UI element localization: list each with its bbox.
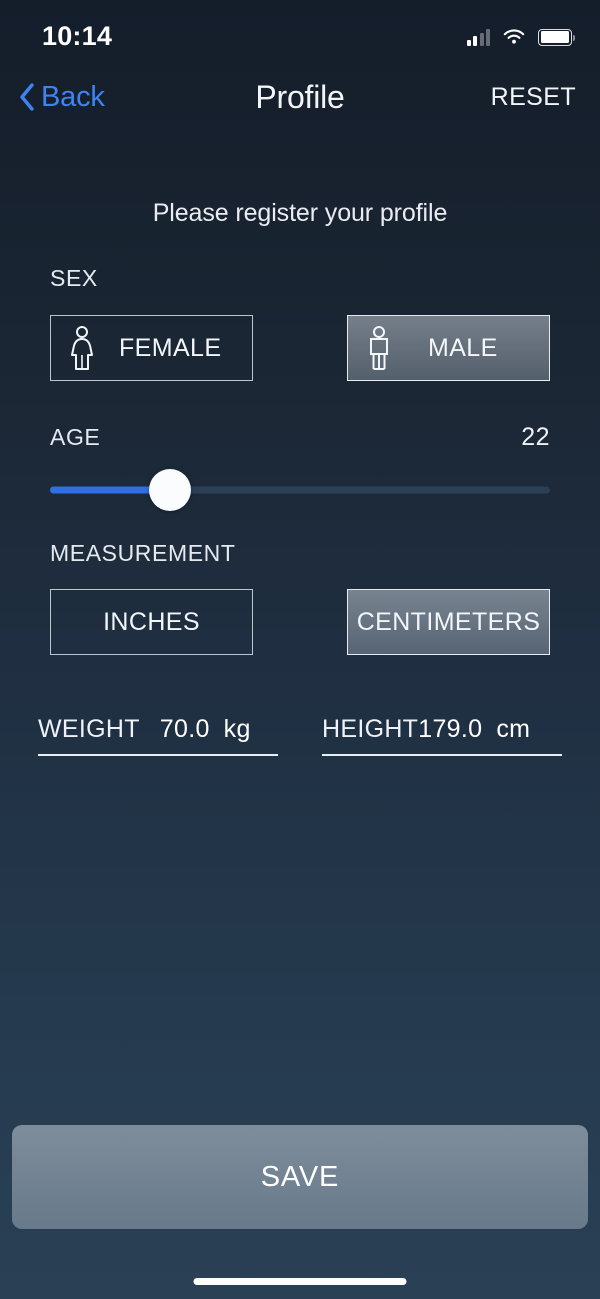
back-button[interactable]: Back [18,81,105,114]
back-button-label: Back [41,80,105,113]
sex-option-female[interactable]: FEMALE [50,315,253,381]
sex-section-label: SEX [50,265,98,291]
measurement-option-centimeters-label: CENTIMETERS [356,607,541,636]
wifi-icon [502,28,526,46]
sex-option-female-label: FEMALE [119,333,222,362]
battery-icon [538,28,575,46]
age-slider[interactable] [50,468,550,512]
age-section-label: AGE [50,424,101,450]
female-person-icon [69,325,95,371]
status-bar-time: 10:14 [42,20,113,51]
age-header-row: AGE 22 [50,423,550,452]
age-section: AGE 22 [0,423,600,512]
weight-field[interactable]: WEIGHT 70.0 kg [38,715,278,756]
sex-option-male[interactable]: MALE [347,315,550,381]
height-field-unit: cm [496,715,531,743]
weight-field-value[interactable]: 70.0 [160,715,210,744]
male-person-icon [366,325,392,371]
status-bar: 10:14 [0,0,600,66]
measurement-fields-row: WEIGHT 70.0 kg HEIGHT 179.0 cm [38,715,562,756]
sex-option-male-label: MALE [428,333,498,362]
status-bar-icons [466,20,575,46]
measurement-option-inches-label: INCHES [103,607,200,636]
save-button-label: SAVE [260,1160,340,1193]
sex-option-row: FEMALE MALE [50,315,550,381]
height-field[interactable]: HEIGHT 179.0 cm [322,715,562,756]
age-slider-thumb[interactable] [149,469,191,511]
chevron-left-icon [18,83,35,111]
navigation-bar: Back Profile RESET [0,66,600,128]
weight-field-unit: kg [223,715,251,743]
measurement-option-row: INCHES CENTIMETERS [50,589,550,655]
age-value: 22 [521,423,550,451]
weight-field-label: WEIGHT [38,715,140,743]
height-field-value[interactable]: 179.0 [418,715,482,744]
home-indicator[interactable] [193,1278,407,1285]
cellular-signal-icon [466,28,490,46]
subtitle-text: Please register your profile [152,199,448,227]
reset-button[interactable]: RESET [491,83,576,112]
measurement-section-label: MEASUREMENT [50,540,236,566]
measurement-option-centimeters[interactable]: CENTIMETERS [347,589,550,655]
measurement-section: MEASUREMENT INCHES CENTIMETERS [0,540,600,655]
save-button[interactable]: SAVE [12,1125,588,1229]
height-field-label: HEIGHT [322,715,419,743]
measurement-option-inches[interactable]: INCHES [50,589,253,655]
sex-section: SEX FEMALE MALE [0,265,600,381]
